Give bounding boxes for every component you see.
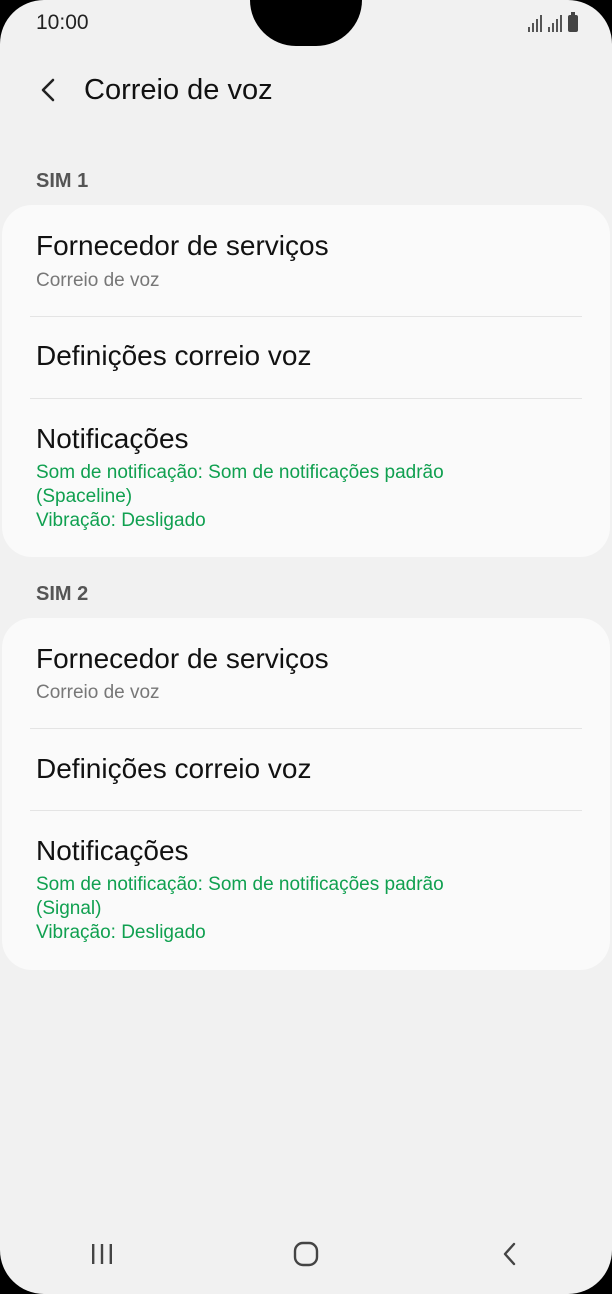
back-arrow-icon <box>41 78 55 102</box>
page-title: Correio de voz <box>84 73 273 106</box>
sim2-notifications-summary: Som de notificação: Som de notificações … <box>36 873 444 945</box>
nav-back-icon <box>503 1242 516 1266</box>
section-label-sim2: SIM 2 <box>36 583 89 605</box>
sim1-notifications-summary: Som de notificação: Som de notificações … <box>36 461 444 533</box>
sim1-provider-value: Correio de voz <box>36 270 160 291</box>
nav-back-button[interactable] <box>480 1224 540 1284</box>
sim2-provider-title: Fornecedor de serviços <box>36 643 329 674</box>
sim1-vibration: Vibração: Desligado <box>36 510 206 531</box>
section-label-sim1: SIM 1 <box>36 170 89 192</box>
battery-icon <box>568 12 578 32</box>
sim1-notification-sound: Som de notificação: Som de notificações … <box>36 462 444 483</box>
recent-apps-button[interactable] <box>72 1224 132 1284</box>
back-button[interactable] <box>28 70 68 110</box>
sim1-service-provider-item[interactable]: Fornecedor de serviços Correio de voz <box>2 205 610 316</box>
sim1-card: Fornecedor de serviços Correio de voz De… <box>2 205 610 557</box>
sim2-card: Fornecedor de serviços Correio de voz De… <box>2 618 610 970</box>
home-button[interactable] <box>276 1224 336 1284</box>
sim2-notifications-title: Notificações <box>36 835 189 866</box>
sim2-notification-sound: Som de notificação: Som de notificações … <box>36 874 444 895</box>
signal-sim1-icon <box>528 14 542 32</box>
home-icon <box>293 1241 319 1267</box>
recent-apps-icon <box>92 1244 112 1264</box>
sim1-notification-sound-name: (Spaceline) <box>36 486 133 507</box>
status-icons <box>528 12 578 32</box>
sim1-provider-title: Fornecedor de serviços <box>36 230 329 261</box>
app-header: Correio de voz <box>0 62 612 118</box>
sim2-service-provider-item[interactable]: Fornecedor de serviços Correio de voz <box>2 618 610 728</box>
sim2-vibration: Vibração: Desligado <box>36 922 206 943</box>
signal-sim2-icon <box>548 14 562 32</box>
sim2-voicemail-settings-item[interactable]: Definições correio voz <box>2 729 610 810</box>
status-time: 10:00 <box>36 11 89 34</box>
sim2-provider-value: Correio de voz <box>36 682 160 703</box>
status-bar: 10:00 <box>0 0 612 48</box>
phone-screen: 10:00 Correio de voz SIM 1 Fornecedor de… <box>0 0 612 1294</box>
sim1-notifications-item[interactable]: Notificações Som de notificação: Som de … <box>2 399 610 557</box>
sim2-settings-title: Definições correio voz <box>36 753 312 784</box>
sim2-notification-sound-name: (Signal) <box>36 898 102 919</box>
sim1-voicemail-settings-item[interactable]: Definições correio voz <box>2 317 610 398</box>
sim1-notifications-title: Notificações <box>36 423 189 454</box>
sim1-settings-title: Definições correio voz <box>36 340 312 371</box>
navigation-bar <box>0 1214 612 1294</box>
sim2-notifications-item[interactable]: Notificações Som de notificação: Som de … <box>2 811 610 970</box>
